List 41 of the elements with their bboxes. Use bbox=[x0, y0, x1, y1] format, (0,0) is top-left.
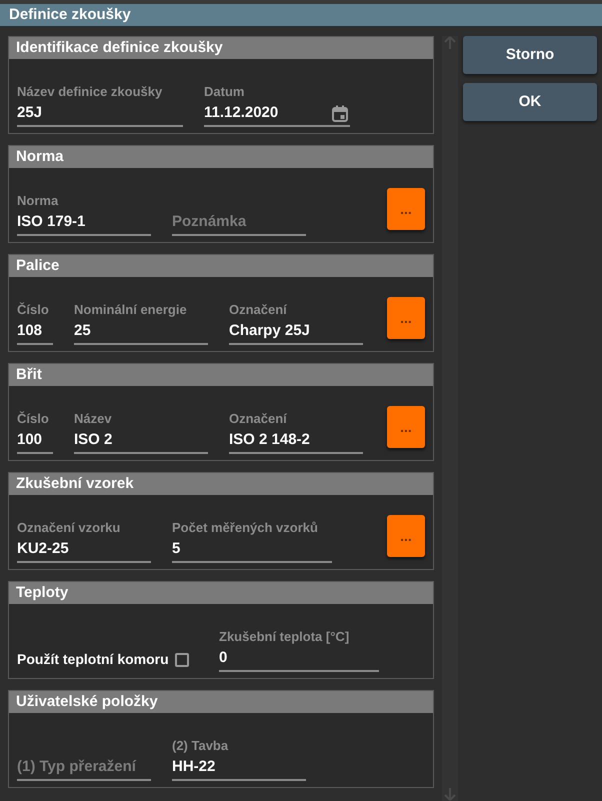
text-field[interactable]: ISO 2 bbox=[74, 428, 208, 454]
text-field[interactable]: 100 bbox=[17, 428, 53, 454]
section-header: Norma bbox=[9, 146, 433, 168]
arrow-up-icon[interactable] bbox=[444, 36, 456, 50]
field-label: (2) Tavba bbox=[172, 737, 230, 755]
text-field[interactable]: KU2-25 bbox=[17, 537, 151, 563]
text-field[interactable]: 5 bbox=[172, 537, 332, 563]
field-label: Označení bbox=[229, 301, 288, 319]
field-label: Počet měřených vzorků bbox=[172, 519, 319, 537]
text-field[interactable]: 25J bbox=[17, 101, 183, 127]
section-header: Identifikace definice zkoušky bbox=[9, 37, 433, 59]
section-header: Uživatelské položky bbox=[9, 691, 433, 713]
field-label: Zkušební teplota [°C] bbox=[219, 628, 350, 646]
section-header: Zkušební vzorek bbox=[9, 473, 433, 495]
field-label: Název bbox=[74, 410, 113, 428]
text-field[interactable]: HH-22 bbox=[172, 755, 306, 781]
text-field[interactable]: ISO 2 148-2 bbox=[229, 428, 363, 454]
dialog-button[interactable]: Storno bbox=[463, 36, 597, 74]
checkbox[interactable] bbox=[174, 652, 189, 666]
text-field[interactable]: 0 bbox=[219, 646, 379, 672]
calendar-icon[interactable] bbox=[332, 104, 348, 122]
field-label: Nominální energie bbox=[74, 301, 188, 319]
field-label: Číslo bbox=[17, 410, 50, 428]
field-label: Označení vzorku bbox=[17, 519, 122, 537]
dialog-button[interactable]: OK bbox=[463, 83, 597, 121]
section-header: Teploty bbox=[9, 582, 433, 604]
section-header: Břit bbox=[9, 364, 433, 386]
field-label: Norma bbox=[17, 192, 60, 210]
checkbox-label: Použít teplotní komoru bbox=[17, 650, 169, 669]
field-label: Název definice zkoušky bbox=[17, 83, 164, 101]
text-field[interactable]: Charpy 25J bbox=[229, 319, 363, 345]
scrollbar[interactable] bbox=[442, 36, 458, 801]
text-field[interactable]: 25 bbox=[74, 319, 208, 345]
field-label: Číslo bbox=[17, 301, 50, 319]
window-title: Definice zkoušky bbox=[0, 4, 602, 26]
date-field[interactable]: 11.12.2020 bbox=[204, 101, 350, 127]
field-label: Označení bbox=[229, 410, 288, 428]
text-field[interactable]: 108 bbox=[17, 319, 53, 345]
text-field[interactable]: ISO 179-1 bbox=[17, 210, 151, 236]
section-header: Palice bbox=[9, 255, 433, 277]
field-label: Datum bbox=[204, 83, 246, 101]
